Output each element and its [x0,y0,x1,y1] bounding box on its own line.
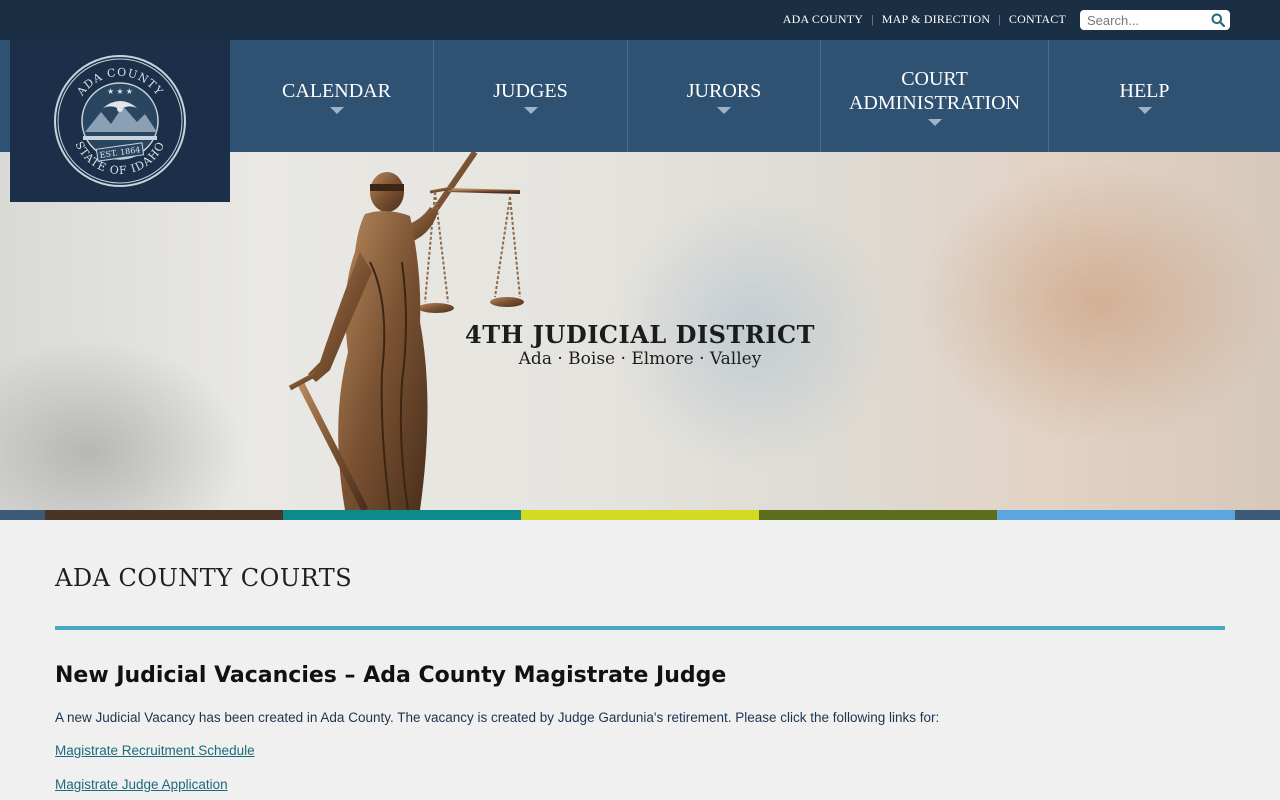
contact-link[interactable]: CONTACT [1009,12,1066,27]
nav-label: CALENDAR [282,79,391,102]
caret-down-icon [717,106,731,114]
caret-down-icon [927,118,942,126]
nav-label: JUDGES [493,79,568,102]
nav-help[interactable]: HELP [1048,40,1240,152]
magistrate-judge-application-link[interactable]: Magistrate Judge Application [55,777,228,792]
separator: | [998,12,1001,26]
nav-judges[interactable]: JUDGES [433,40,627,152]
stripe-segment [283,510,521,520]
news-body: A new Judicial Vacancy has been created … [55,710,940,725]
magistrate-recruitment-schedule-link[interactable]: Magistrate Recruitment Schedule [55,743,255,758]
ada-county-seal-icon: ADA COUNTY STATE OF IDAHO ★ ★ ★ EST. 186… [54,55,186,187]
title-divider [55,626,1225,630]
hero-subtitle: Ada · Boise · Elmore · Valley [518,349,762,369]
search-box [1080,10,1230,30]
hero-banner: 4TH JUDICIAL DISTRICT Ada · Boise · Elmo… [0,152,1280,510]
search-icon[interactable] [1211,13,1225,27]
news-title: New Judicial Vacancies – Ada County Magi… [55,663,727,688]
caret-down-icon [329,106,344,114]
nav-label: JURORS [686,79,762,102]
caret-down-icon [1137,106,1152,114]
stripe-segment [759,510,997,520]
color-stripe [0,510,1280,520]
nav-label: COURT ADMINISTRATION [848,67,1021,114]
stripe-segment [521,510,759,520]
nav-calendar[interactable]: CALENDAR [240,40,433,152]
nav-court-administration[interactable]: COURT ADMINISTRATION [820,40,1048,152]
nav-jurors[interactable]: JURORS [627,40,820,152]
stripe-segment [997,510,1235,520]
logo[interactable]: ADA COUNTY STATE OF IDAHO ★ ★ ★ EST. 186… [10,40,230,202]
top-utility-bar: ADA COUNTY | MAP & DIRECTION | CONTACT [0,0,1280,40]
separator: | [871,12,874,26]
svg-text:★ ★ ★: ★ ★ ★ [107,87,133,96]
hero-title: 4TH JUDICIAL DISTRICT [465,320,815,349]
utility-links: ADA COUNTY | MAP & DIRECTION | CONTACT [783,12,1066,27]
nav-label: HELP [1119,79,1170,102]
page-title: ADA COUNTY COURTS [55,564,353,592]
search-input[interactable] [1087,11,1207,29]
caret-down-icon [523,106,538,114]
stripe-segment [0,510,45,520]
ada-county-link[interactable]: ADA COUNTY [783,12,863,27]
map-direction-link[interactable]: MAP & DIRECTION [882,12,991,27]
stripe-segment [45,510,283,520]
stripe-segment [1235,510,1280,520]
